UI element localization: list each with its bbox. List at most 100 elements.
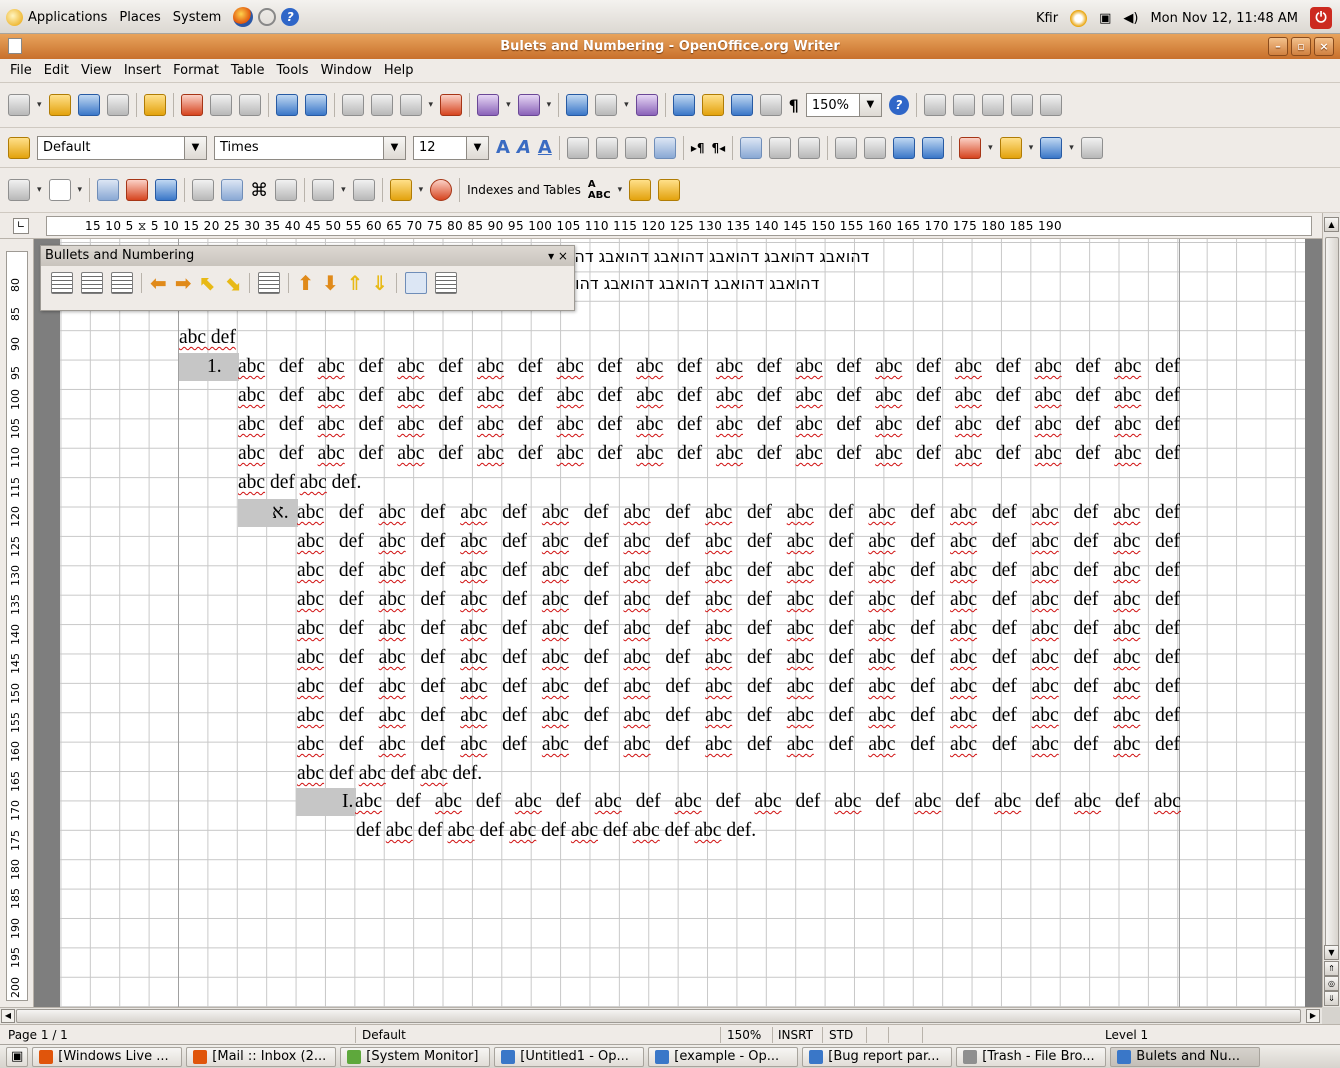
- menu-file[interactable]: File: [4, 63, 38, 78]
- underline-icon[interactable]: A: [538, 137, 552, 158]
- align-center-icon[interactable]: [595, 136, 618, 159]
- align-left-icon[interactable]: [566, 136, 589, 159]
- menu-table[interactable]: Table: [225, 63, 271, 78]
- insert-frame-icon[interactable]: [48, 179, 71, 201]
- data-sources-icon[interactable]: [759, 94, 782, 116]
- align-top-object-icon[interactable]: [1010, 94, 1033, 116]
- taskbar-button[interactable]: Bulets and Nu...: [1110, 1046, 1261, 1067]
- insert-caption-icon[interactable]: [192, 179, 215, 201]
- align-right-icon[interactable]: [624, 136, 647, 159]
- navigation-icon[interactable]: ◎: [1324, 976, 1339, 991]
- bibliography-icon[interactable]: A ABC: [588, 179, 611, 201]
- firefox-icon[interactable]: [233, 7, 254, 27]
- undo-icon[interactable]: [477, 94, 500, 116]
- insert-plugin-icon[interactable]: [430, 179, 453, 201]
- scroll-right-icon[interactable]: ▶: [1306, 1009, 1320, 1023]
- taskbar-button[interactable]: [Bug report par...: [802, 1046, 953, 1067]
- redo-icon[interactable]: [517, 94, 540, 116]
- background-color-icon[interactable]: [1040, 136, 1063, 159]
- vertical-scrollbar[interactable]: ▲ ▼ ⇑ ◎ ⇓: [1322, 213, 1340, 1007]
- maximize-button[interactable]: ▫: [1291, 37, 1311, 56]
- writer-doc-icon[interactable]: [8, 38, 22, 54]
- ltr-icon[interactable]: ▸¶: [691, 141, 705, 155]
- taskbar-button[interactable]: [System Monitor]: [340, 1046, 491, 1067]
- formatting-marks-icon[interactable]: ¶: [789, 96, 799, 115]
- print-preview-icon[interactable]: [238, 94, 261, 116]
- insert-unnumbered-entry-icon[interactable]: [258, 272, 281, 294]
- export-pdf-icon[interactable]: [180, 94, 203, 116]
- page-icon[interactable]: [1080, 136, 1103, 159]
- rtl-icon[interactable]: ¶◂: [711, 141, 725, 155]
- align-right-object-icon[interactable]: [981, 94, 1004, 116]
- zoom-indicator[interactable]: 150%: [727, 1028, 761, 1042]
- zoom-combo[interactable]: 150% ▼: [805, 93, 882, 117]
- open-folder-icon[interactable]: [48, 94, 71, 116]
- bullets-numbering-toolbar[interactable]: Bullets and Numbering ▾ × ⬅ ➡ ⬉ ⬊ ⬆ ⬇ ⇑ …: [40, 245, 575, 311]
- paragraph-style-combo[interactable]: Default ▼: [37, 135, 207, 160]
- increase-indent-icon[interactable]: [922, 136, 945, 159]
- align-left-object-icon[interactable]: [923, 94, 946, 116]
- menu-format[interactable]: Format: [167, 63, 225, 78]
- line-spacing-2-icon[interactable]: [798, 136, 821, 159]
- insert-mode-indicator[interactable]: INSRT: [778, 1028, 813, 1042]
- menu-window[interactable]: Window: [315, 63, 378, 78]
- email-document-icon[interactable]: [106, 94, 129, 116]
- volume-icon[interactable]: ◀): [1123, 11, 1138, 26]
- scroll-down-icon[interactable]: ▼: [1324, 945, 1339, 960]
- gallery-icon[interactable]: [730, 94, 753, 116]
- promote-with-subpoints-icon[interactable]: ⬉: [200, 272, 217, 294]
- menu-tools[interactable]: Tools: [271, 63, 315, 78]
- insert-section-icon[interactable]: [312, 179, 335, 201]
- print-icon[interactable]: [209, 94, 232, 116]
- cross-reference-icon[interactable]: [658, 179, 681, 201]
- numbering-off-icon[interactable]: [111, 272, 133, 294]
- demote-with-subpoints-icon[interactable]: ⬊: [224, 272, 241, 294]
- taskbar-button[interactable]: [Untitled1 - Op...: [494, 1046, 645, 1067]
- help-icon[interactable]: ?: [281, 8, 300, 26]
- scroll-left-icon[interactable]: ◀: [1, 1009, 15, 1023]
- move-up-icon[interactable]: ⬆: [297, 272, 314, 294]
- spellcheck-icon[interactable]: [275, 94, 298, 116]
- move-up-with-subpoints-icon[interactable]: ⇑: [347, 272, 364, 294]
- gallery-icon[interactable]: [155, 179, 178, 201]
- bullets-on-icon[interactable]: [51, 272, 73, 294]
- line-spacing-15-icon[interactable]: [769, 136, 792, 159]
- scroll-thumb[interactable]: [16, 1009, 1301, 1023]
- list-number-field[interactable]: [238, 499, 298, 527]
- highlighting-icon[interactable]: [999, 136, 1022, 159]
- navigator-icon[interactable]: [701, 94, 724, 116]
- bullets-numbering-dialog-icon[interactable]: [435, 272, 458, 294]
- page[interactable]: דהואבג דהואבג דהואבג דהואבג דהואבג דהו ד…: [60, 239, 1305, 1007]
- bold-icon[interactable]: A: [496, 137, 510, 158]
- table-icon[interactable]: [595, 94, 618, 116]
- font-size-combo[interactable]: 12 ▼: [413, 135, 489, 160]
- insert-formula-icon[interactable]: [275, 179, 298, 201]
- font-name-combo[interactable]: Times ▼: [214, 135, 406, 160]
- demote-icon[interactable]: ➡: [175, 272, 192, 294]
- horizontal-scrollbar[interactable]: ◀ ▶: [0, 1007, 1322, 1024]
- minimize-button[interactable]: –: [1268, 37, 1288, 56]
- paste-icon[interactable]: [399, 94, 422, 116]
- toolbar-close-icon[interactable]: ▾ ×: [548, 246, 568, 266]
- scroll-up-icon[interactable]: ▲: [1324, 217, 1339, 232]
- page-style-indicator[interactable]: Default: [362, 1028, 406, 1042]
- page-indicator[interactable]: Page 1 / 1: [8, 1028, 68, 1042]
- move-down-with-subpoints-icon[interactable]: ⇓: [371, 272, 388, 294]
- save-icon[interactable]: [77, 94, 100, 116]
- menu-edit[interactable]: Edit: [38, 63, 75, 78]
- weather-icon[interactable]: [1070, 9, 1088, 27]
- align-middle-object-icon[interactable]: [1039, 94, 1062, 116]
- cut-icon[interactable]: [341, 94, 364, 116]
- move-down-icon[interactable]: ⬇: [322, 272, 339, 294]
- numbering-on-icon[interactable]: [81, 272, 103, 294]
- autospellcheck-icon[interactable]: [304, 94, 327, 116]
- line-spacing-1-icon[interactable]: [740, 136, 763, 159]
- decrease-indent-icon[interactable]: [893, 136, 916, 159]
- document-canvas[interactable]: דהואבג דהואבג דהואבג דהואבג דהואבג דהו ד…: [34, 239, 1322, 1007]
- italic-icon[interactable]: A: [517, 137, 531, 158]
- next-page-icon[interactable]: ⇓: [1324, 991, 1339, 1006]
- menu-help[interactable]: Help: [378, 63, 420, 78]
- new-document-icon[interactable]: [8, 94, 30, 116]
- copy-icon[interactable]: [370, 94, 393, 116]
- places-menu[interactable]: Places: [119, 7, 160, 27]
